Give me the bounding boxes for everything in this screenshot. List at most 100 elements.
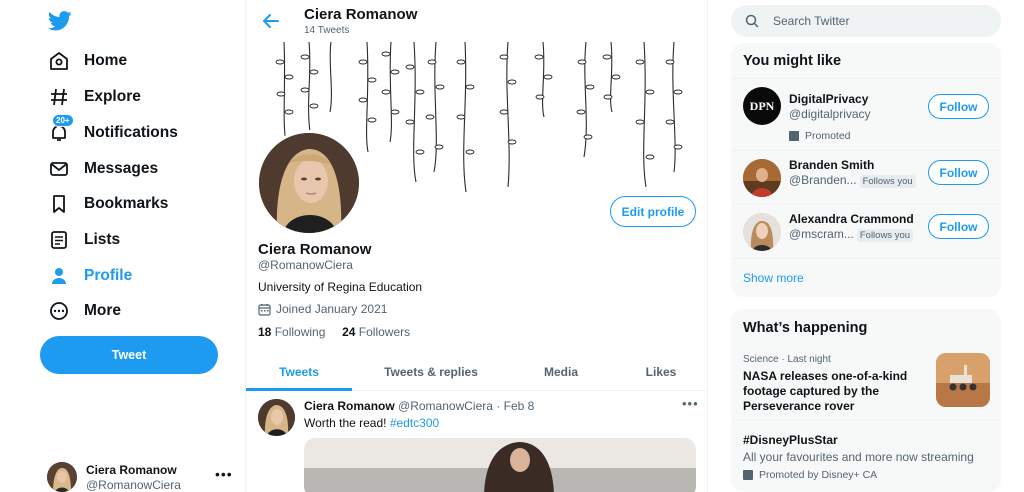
bookmark-icon — [46, 191, 72, 217]
profile-name: Ciera Romanow — [258, 241, 372, 258]
bell-icon: 20+ — [46, 114, 74, 146]
nav-label: More — [84, 302, 122, 319]
tab-likes[interactable]: Likes — [616, 352, 706, 391]
trend-title: #DisneyPlusStar — [743, 433, 838, 447]
trend-thumbnail — [936, 353, 990, 407]
tweet-media-image[interactable] — [304, 438, 696, 492]
suggestion-name: Alexandra Crammond — [789, 212, 914, 226]
trend-item[interactable]: #DisneyPlusStar All your favourites and … — [731, 419, 1001, 492]
suggestion-handle: @digitalprivacy — [789, 107, 871, 121]
follow-button[interactable]: Follow — [928, 214, 989, 239]
avatar: DPN — [743, 87, 781, 125]
hashtag-link[interactable]: #edtc300 — [390, 416, 439, 430]
nav-label: Home — [84, 52, 128, 69]
more-options-icon[interactable]: ••• — [215, 466, 233, 482]
profile-tabs: Tweets Tweets & replies Media Likes — [246, 352, 707, 391]
tweet-count: 14 Tweets — [304, 25, 350, 36]
suggestion-item[interactable]: DPN DigitalPrivacy @digitalprivacy Promo… — [731, 78, 1001, 150]
nav-item-profile[interactable]: Profile — [46, 261, 132, 291]
suggestion-item[interactable]: Alexandra Crammond @mscram... Follows you… — [731, 204, 1001, 258]
left-navigation: Home Explore 20+ Notifications Messages … — [0, 0, 245, 492]
tab-tweets[interactable]: Tweets — [246, 352, 352, 391]
tweet-more-icon[interactable]: ••• — [682, 396, 699, 411]
suggestion-handle: @Branden... Follows you — [789, 173, 916, 188]
user-icon — [46, 263, 72, 289]
nav-item-home[interactable]: Home — [46, 46, 127, 76]
whats-happening-card: What’s happening Science · Last night NA… — [731, 309, 1001, 492]
tab-tweets-replies[interactable]: Tweets & replies — [356, 352, 506, 391]
search-placeholder: Search Twitter — [773, 14, 850, 28]
nav-item-notifications[interactable]: 20+ Notifications — [46, 114, 178, 148]
tweet-avatar[interactable] — [258, 399, 295, 436]
suggestion-item[interactable]: Branden Smith @Branden... Follows you Fol… — [731, 150, 1001, 204]
follows-you-badge: Follows you — [859, 175, 916, 188]
account-switcher[interactable]: Ciera Romanow @RomanowCiera ••• — [47, 460, 237, 492]
nav-item-more[interactable]: More — [46, 296, 121, 326]
trend-item[interactable]: Science · Last night NASA releases one-o… — [731, 345, 1001, 419]
nav-item-bookmarks[interactable]: Bookmarks — [46, 189, 168, 219]
nav-label: Bookmarks — [84, 195, 169, 212]
home-icon — [46, 48, 72, 74]
follow-button[interactable]: Follow — [928, 160, 989, 185]
search-bar[interactable]: Search Twitter — [731, 5, 1001, 37]
nav-label: Profile — [84, 267, 133, 284]
avatar-text: DPN — [749, 98, 775, 113]
nav-label: Explore — [84, 88, 141, 105]
account-handle: @RomanowCiera — [86, 478, 181, 492]
profile-handle: @RomanowCiera — [258, 258, 353, 272]
avatar — [743, 213, 781, 251]
card-title: You might like — [743, 53, 842, 69]
nav-label: Notifications — [84, 124, 178, 141]
twitter-logo-icon[interactable] — [48, 10, 72, 32]
nav-label: Messages — [84, 160, 159, 177]
mail-icon — [46, 156, 72, 182]
tab-media[interactable]: Media — [516, 352, 606, 391]
joined-text: Joined January 2021 — [276, 302, 388, 316]
notification-badge: 20+ — [52, 114, 74, 127]
followers-link[interactable]: 24 Followers — [342, 325, 410, 339]
follow-stats: 18 Following 24 Followers — [258, 325, 410, 339]
tweet-meta: Ciera Romanow @RomanowCiera · Feb 8 — [304, 399, 535, 413]
list-icon — [46, 227, 72, 253]
who-to-follow-card: You might like DPN DigitalPrivacy @digit… — [731, 43, 1001, 297]
card-title: What’s happening — [743, 320, 868, 336]
tweet-author-handle: @RomanowCiera — [398, 399, 493, 413]
profile-joined: Joined January 2021 — [258, 302, 387, 316]
right-sidebar: Search Twitter You might like DPN Digita… — [708, 0, 1024, 492]
tweet[interactable]: Ciera Romanow @RomanowCiera · Feb 8 Wort… — [246, 392, 707, 492]
nav-item-lists[interactable]: Lists — [46, 225, 120, 255]
suggestion-name: Branden Smith — [789, 158, 875, 172]
search-icon — [745, 14, 759, 28]
following-link[interactable]: 18 Following — [258, 325, 325, 339]
more-icon — [46, 298, 72, 324]
profile-avatar[interactable] — [256, 130, 362, 236]
account-name: Ciera Romanow — [86, 463, 177, 477]
show-more-link[interactable]: Show more — [743, 271, 804, 285]
tweet-text: Worth the read! #edtc300 — [304, 416, 440, 430]
calendar-icon — [258, 303, 271, 316]
follow-button[interactable]: Follow — [928, 94, 989, 119]
avatar — [743, 159, 781, 197]
tweet-button[interactable]: Tweet — [40, 336, 218, 374]
tweet-date[interactable]: Feb 8 — [504, 399, 535, 413]
active-tab-indicator — [246, 388, 352, 391]
nav-label: Lists — [84, 231, 121, 248]
nav-item-explore[interactable]: Explore — [46, 82, 141, 112]
nav-item-messages[interactable]: Messages — [46, 154, 158, 184]
promoted-label: Promoted — [789, 130, 851, 142]
profile-header-bar: Ciera Romanow 14 Tweets — [246, 0, 707, 42]
hash-icon — [46, 84, 72, 110]
header-name: Ciera Romanow — [304, 6, 418, 23]
avatar — [47, 462, 77, 492]
promoted-icon — [789, 131, 799, 141]
edit-profile-button[interactable]: Edit profile — [610, 196, 696, 227]
back-arrow-icon[interactable] — [262, 12, 280, 30]
profile-bio: University of Regina Education — [258, 280, 423, 294]
promoted-icon — [743, 470, 753, 480]
trend-subtitle: All your favourites and more now streami… — [743, 450, 974, 464]
suggestion-name: DigitalPrivacy — [789, 92, 869, 106]
trend-meta: Science · Last night — [743, 354, 831, 365]
tweet-author-name[interactable]: Ciera Romanow — [304, 399, 395, 413]
promoted-label: Promoted by Disney+ CA — [743, 469, 877, 481]
trend-title: NASA releases one-of-a-kind footage capt… — [743, 369, 908, 413]
